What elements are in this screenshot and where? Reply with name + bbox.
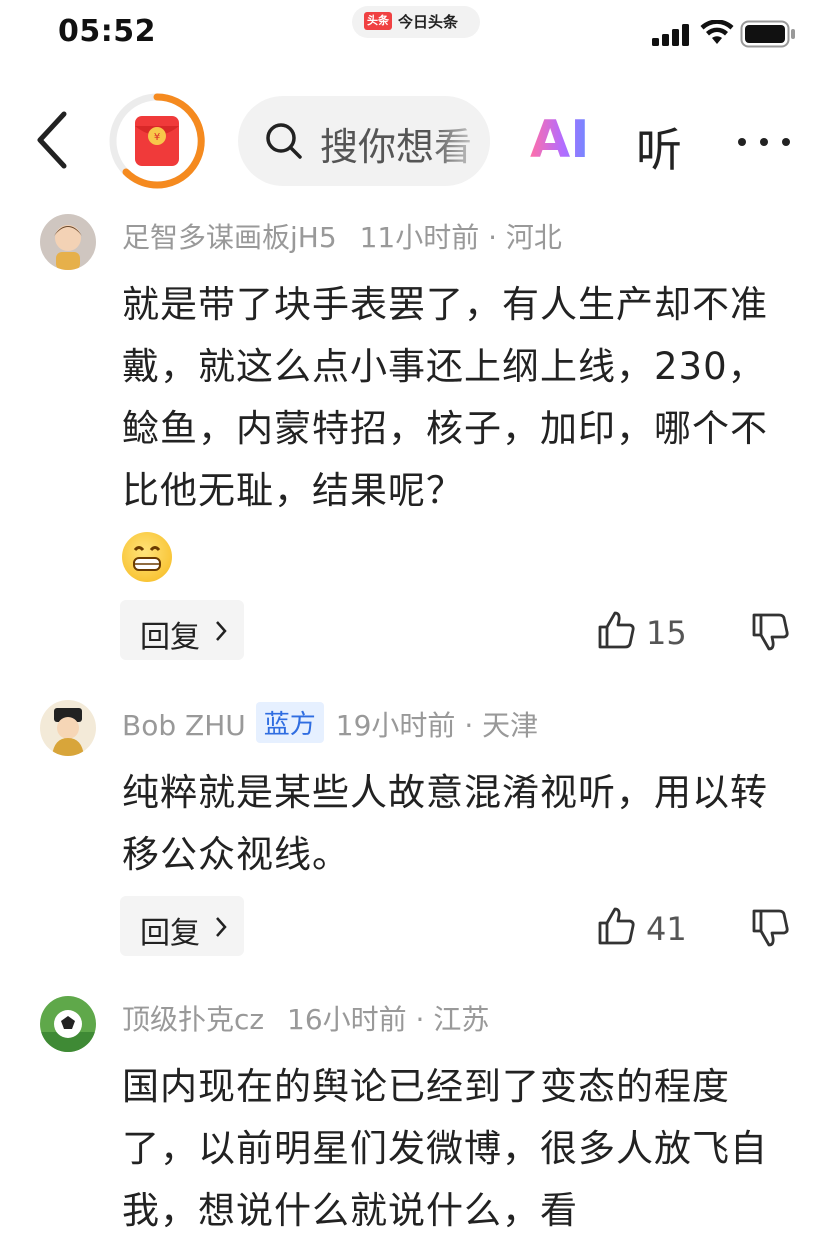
avatar[interactable] <box>40 700 96 756</box>
comment-meta: 顶级扑克cz 16小时前 · 江苏 <box>122 1003 490 1036</box>
thumbs-down-icon[interactable] <box>750 612 790 652</box>
listen-button[interactable]: 听 <box>636 114 682 180</box>
comment-location: 天津 <box>482 709 539 742</box>
badge-label: 蓝方 <box>255 702 324 743</box>
thumbs-up-icon <box>598 907 635 945</box>
username[interactable]: 足智多谋画板jH5 <box>122 221 337 254</box>
back-chevron-icon[interactable] <box>30 110 80 170</box>
app-indicator-pill[interactable]: 头条 今日头条 <box>352 6 480 38</box>
red-packet-icon[interactable]: ¥ <box>108 92 206 190</box>
thumbs-down-icon[interactable] <box>750 908 790 948</box>
search-box[interactable]: 搜你想看 <box>238 96 490 186</box>
ai-button[interactable]: AI <box>530 110 590 170</box>
thumbs-up-icon <box>598 611 635 649</box>
comment-meta: 足智多谋画板jH5 11小时前 · 河北 <box>122 221 562 254</box>
comment-time: 11小时前 <box>359 221 480 254</box>
comment-meta: Bob ZHU 蓝方 19小时前 · 天津 <box>122 702 538 744</box>
comment-time: 19小时前 <box>335 709 456 742</box>
like-button[interactable]: 15 <box>596 610 696 654</box>
comment-text: 就是带了块手表罢了，有人生产却不准戴，就这么点小事还上纲上线，230，鲶鱼，内蒙… <box>122 283 768 512</box>
comment-location: 江苏 <box>433 1003 490 1036</box>
chevron-right-icon <box>216 621 227 641</box>
avatar[interactable] <box>40 996 96 1052</box>
avatar[interactable] <box>40 214 96 270</box>
battery-icon <box>740 20 795 48</box>
reply-button[interactable]: 回复 <box>120 896 244 956</box>
username[interactable]: Bob ZHU <box>122 709 246 742</box>
like-count: 41 <box>646 910 687 948</box>
more-icon[interactable] <box>738 138 798 148</box>
like-count: 15 <box>646 614 687 652</box>
like-button[interactable]: 41 <box>596 906 696 950</box>
chevron-right-icon <box>216 917 227 937</box>
comment-text: 国内现在的舆论已经到了变态的程度了，以前明星们发微博，很多人放飞自我，想说什么就… <box>122 1065 768 1232</box>
cellular-signal-icon <box>652 24 689 46</box>
wifi-icon <box>700 20 734 44</box>
comment-text: 纯粹就是某些人故意混淆视听，用以转移公众视线。 <box>122 771 768 876</box>
username[interactable]: 顶级扑克cz <box>122 1003 264 1036</box>
toutiao-logo: 头条 <box>364 12 392 30</box>
status-time: 05:52 <box>58 14 156 49</box>
svg-text:¥: ¥ <box>154 132 160 143</box>
comment-time: 16小时前 <box>287 1003 407 1036</box>
reply-button[interactable]: 回复 <box>120 600 244 660</box>
comment-location: 河北 <box>505 221 562 254</box>
grin-emoji-icon <box>122 532 172 582</box>
app-name: 今日头条 <box>398 13 459 31</box>
search-icon <box>266 123 302 159</box>
